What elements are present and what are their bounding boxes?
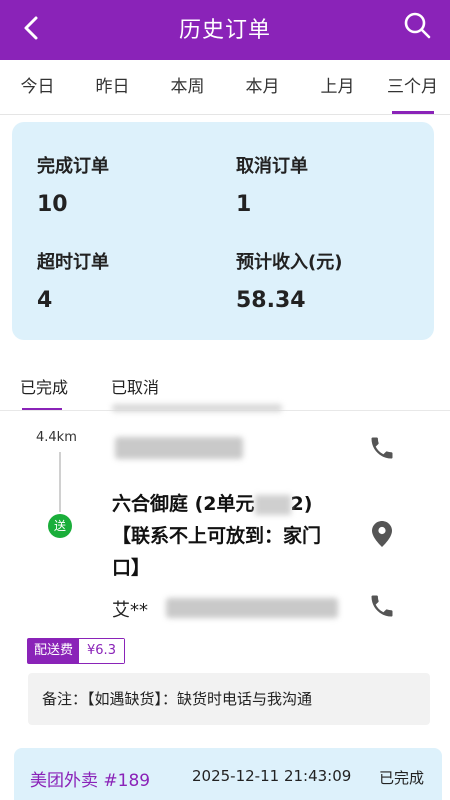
- order-status: 已完成: [379, 769, 425, 787]
- stat-cancelled-label: 取消订单: [236, 156, 308, 177]
- address-line: 六合御庭 (2单元: [112, 493, 255, 515]
- delivery-fee-badge: 配送费 ¥6.3: [27, 638, 125, 664]
- stat-income-label: 预计收入(元): [236, 252, 343, 273]
- blurred-pickup-address: [112, 404, 282, 412]
- fee-label: 配送费: [28, 639, 80, 663]
- stat-overtime-value: 4: [37, 288, 53, 313]
- tab-today[interactable]: 今日: [0, 60, 75, 114]
- stat-completed: 完成订单 10: [37, 152, 109, 217]
- distance-label: 4.4km: [36, 430, 77, 445]
- remark-text: 备注：【如遇缺货】：缺货时电话与我沟通: [42, 690, 313, 708]
- address-suffix: 2): [290, 493, 313, 515]
- stat-completed-value: 10: [37, 192, 68, 217]
- location-pin-icon[interactable]: [371, 520, 393, 548]
- blurred-contact-phone: [166, 598, 338, 618]
- stat-cancelled-value: 1: [236, 192, 252, 217]
- stat-income-value: 58.34: [236, 288, 306, 313]
- order-time: 2025-12-11 21:43:09: [192, 767, 352, 785]
- stat-income: 预计收入(元) 58.34: [236, 248, 342, 313]
- stat-cancelled: 取消订单 1: [236, 152, 308, 217]
- blurred-phone: [115, 437, 243, 459]
- phone-icon[interactable]: [368, 592, 396, 620]
- stat-overtime: 超时订单 4: [37, 248, 109, 313]
- period-tabs: 今日 昨日 本周 本月 上月 三个月: [0, 60, 450, 115]
- send-badge: 送: [48, 514, 72, 538]
- route-line: [59, 452, 61, 512]
- address-note: 【联系不上可放到：家门口】: [112, 525, 322, 579]
- phone-icon[interactable]: [368, 434, 396, 462]
- tab-this-week[interactable]: 本周: [150, 60, 225, 114]
- stat-completed-label: 完成订单: [37, 156, 109, 177]
- order-platform: 美团外卖 #189: [30, 771, 151, 791]
- page-title: 历史订单: [178, 18, 271, 43]
- tab-this-month[interactable]: 本月: [225, 60, 300, 114]
- tab-three-months[interactable]: 三个月: [375, 60, 450, 114]
- search-icon[interactable]: [402, 10, 432, 40]
- next-order-card[interactable]: 美团外卖 #189 2025-12-11 21:43:09 已完成: [14, 748, 442, 800]
- fee-value: ¥6.3: [79, 639, 124, 663]
- tab-cancelled[interactable]: 已取消: [111, 374, 159, 398]
- order-remark: 备注：【如遇缺货】：缺货时电话与我沟通: [28, 673, 430, 725]
- blurred-unit: [254, 494, 291, 515]
- tab-completed[interactable]: 已完成: [20, 374, 68, 411]
- stats-card: 完成订单 10 取消订单 1 超时订单 4 预计收入(元) 58.34: [12, 122, 434, 340]
- delivery-address: 六合御庭 (2单元 2) 【联系不上可放到：家门口】: [112, 488, 344, 584]
- contact-name: 艾**: [112, 600, 148, 621]
- stat-overtime-label: 超时订单: [37, 252, 109, 273]
- tab-yesterday[interactable]: 昨日: [75, 60, 150, 114]
- order-status-tabs: 已完成 已取消: [0, 360, 450, 411]
- app-header: 历史订单: [0, 0, 450, 60]
- tab-last-month[interactable]: 上月: [300, 60, 375, 114]
